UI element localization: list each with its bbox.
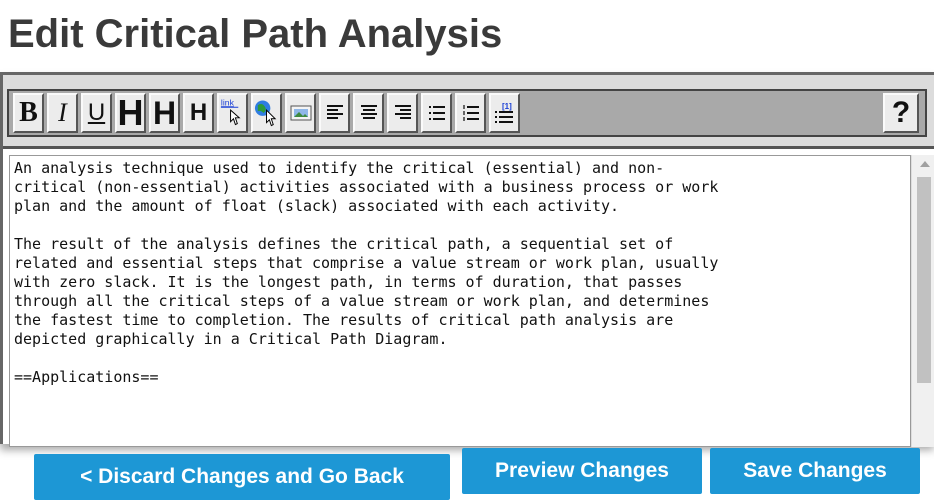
page-title: Edit Critical Path Analysis xyxy=(8,12,503,56)
italic-button[interactable]: I xyxy=(47,93,78,133)
reference-icon: [1] xyxy=(494,102,513,123)
reference-button[interactable]: [1] xyxy=(489,93,520,133)
wiki-editor: B I U H H H link [1] ? An analysis techn… xyxy=(0,72,934,447)
external-link-icon xyxy=(254,100,277,127)
numbered-list-button[interactable] xyxy=(455,93,486,133)
svg-text:link: link xyxy=(221,97,235,107)
scrollbar-thumb[interactable] xyxy=(917,177,931,383)
editor-toolbar: B I U H H H link [1] ? xyxy=(3,75,934,149)
underline-icon: U xyxy=(87,99,106,126)
align-left-icon xyxy=(326,105,343,119)
internal-link-button[interactable]: link xyxy=(217,93,248,133)
bulleted-list-icon xyxy=(428,106,445,120)
toolbar-button-row: B I U H H H link [1] ? xyxy=(7,89,927,137)
textarea-scrollbar[interactable] xyxy=(911,155,934,447)
save-changes-button[interactable]: Save Changes xyxy=(710,448,920,494)
underline-button[interactable]: U xyxy=(81,93,112,133)
align-left-button[interactable] xyxy=(319,93,350,133)
italic-icon: I xyxy=(58,98,67,127)
image-icon xyxy=(290,105,311,121)
heading-3-icon: H xyxy=(189,99,208,126)
scroll-up-arrow-icon[interactable] xyxy=(920,161,930,167)
image-button[interactable] xyxy=(285,93,316,133)
content-textarea[interactable]: An analysis technique used to identify t… xyxy=(9,155,911,447)
heading-2-icon: H xyxy=(152,94,177,131)
align-right-icon xyxy=(394,105,411,119)
bold-button[interactable]: B xyxy=(13,93,44,133)
align-center-icon xyxy=(360,105,377,119)
heading-3-button[interactable]: H xyxy=(183,93,214,133)
heading-1-icon: H xyxy=(117,92,144,133)
align-center-button[interactable] xyxy=(353,93,384,133)
numbered-list-icon xyxy=(462,105,479,121)
preview-changes-button[interactable]: Preview Changes xyxy=(462,448,702,494)
align-right-button[interactable] xyxy=(387,93,418,133)
help-icon: ? xyxy=(891,96,911,129)
heading-2-button[interactable]: H xyxy=(149,93,180,133)
help-button[interactable]: ? xyxy=(883,93,919,133)
external-link-button[interactable] xyxy=(251,93,282,133)
bulleted-list-button[interactable] xyxy=(421,93,452,133)
discard-changes-button[interactable]: < Discard Changes and Go Back xyxy=(34,454,450,500)
svg-text:[1]: [1] xyxy=(502,102,512,111)
bold-icon: B xyxy=(19,97,38,128)
heading-1-button[interactable]: H xyxy=(115,92,146,133)
internal-link-icon: link xyxy=(220,97,241,126)
